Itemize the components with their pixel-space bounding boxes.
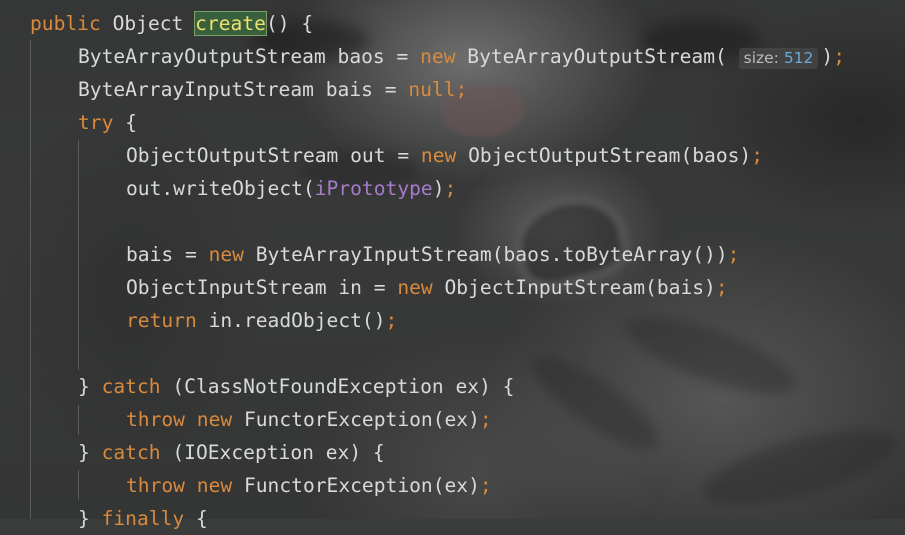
code-token: throw	[126, 474, 185, 497]
code-token: catch	[101, 375, 161, 398]
code-token: )	[432, 177, 445, 200]
code-token: throw	[126, 408, 185, 431]
code-line[interactable]: throw new FunctorException(ex);	[126, 403, 492, 436]
code-token: {	[113, 111, 137, 134]
code-token: new	[196, 408, 233, 431]
code-token: Object	[100, 12, 196, 35]
code-line[interactable]: ByteArrayOutputStream baos = new ByteArr…	[78, 40, 845, 73]
code-token: ByteArrayOutputStream baos =	[78, 45, 421, 68]
code-token: () {	[265, 12, 314, 35]
code-token: }	[78, 375, 102, 398]
parameter-hint-label: size:	[743, 49, 784, 67]
code-token: )	[821, 45, 834, 68]
code-token: ;	[385, 309, 398, 332]
parameter-hint-value: 512	[783, 49, 814, 67]
code-token: (IOException ex) {	[160, 441, 385, 464]
code-line[interactable]: throw new FunctorException(ex);	[126, 469, 492, 502]
code-token: ;	[715, 276, 728, 299]
code-token: iPrototype	[314, 177, 433, 200]
code-token: public	[30, 12, 101, 35]
code-token: (ClassNotFoundException ex) {	[160, 375, 515, 398]
code-token: ByteArrayInputStream bais =	[78, 78, 409, 101]
code-token: ObjectOutputStream out =	[126, 144, 421, 167]
code-token: null	[408, 78, 456, 101]
code-token: ;	[444, 177, 457, 200]
code-line[interactable]: ObjectInputStream in = new ObjectInputSt…	[126, 271, 728, 304]
highlighted-method-name: create	[194, 11, 267, 36]
parameter-hint: size: 512	[738, 48, 819, 69]
code-line[interactable]: out.writeObject(iPrototype);	[126, 172, 456, 205]
code-token: ObjectInputStream in =	[126, 276, 398, 299]
code-token: new	[196, 474, 233, 497]
code-token: new	[420, 144, 457, 167]
code-token: new	[208, 243, 244, 266]
code-line[interactable]: bais = new ByteArrayInputStream(baos.toB…	[126, 238, 739, 271]
code-line[interactable]: try {	[78, 106, 137, 139]
code-line[interactable]: ByteArrayInputStream bais = null;	[78, 73, 467, 106]
code-token: FunctorException(ex)	[232, 408, 480, 431]
code-token: new	[397, 276, 433, 299]
code-token: }	[78, 441, 102, 464]
code-token: catch	[101, 441, 161, 464]
code-token: ;	[727, 243, 740, 266]
code-token: ObjectOutputStream(baos)	[456, 144, 752, 167]
code-token: ;	[455, 78, 468, 101]
code-line[interactable]: return in.readObject();	[126, 304, 397, 337]
code-line[interactable]: ObjectOutputStream out = new ObjectOutpu…	[126, 139, 763, 172]
code-token: new	[420, 45, 456, 68]
code-token: out.writeObject(	[126, 177, 315, 200]
code-token: try	[78, 111, 114, 134]
code-editor[interactable]: public Object create() {ByteArrayOutputS…	[0, 0, 905, 530]
code-token: FunctorException(ex)	[232, 474, 480, 497]
code-token: ObjectInputStream(bais)	[432, 276, 716, 299]
code-token: ByteArrayOutputStream(	[455, 45, 739, 68]
code-token: in.readObject()	[196, 309, 386, 332]
code-token: ByteArrayInputStream(baos.toByteArray())	[243, 243, 728, 266]
code-token: ;	[479, 408, 492, 431]
code-token: ;	[479, 474, 492, 497]
code-line[interactable]: public Object create() {	[30, 7, 313, 40]
code-token: ;	[833, 45, 846, 68]
code-token: return	[126, 309, 197, 332]
code-line[interactable]: } catch (IOException ex) {	[78, 436, 385, 469]
code-token: bais =	[126, 243, 209, 266]
code-line[interactable]: } catch (ClassNotFoundException ex) {	[78, 370, 514, 403]
code-token: ;	[751, 144, 764, 167]
